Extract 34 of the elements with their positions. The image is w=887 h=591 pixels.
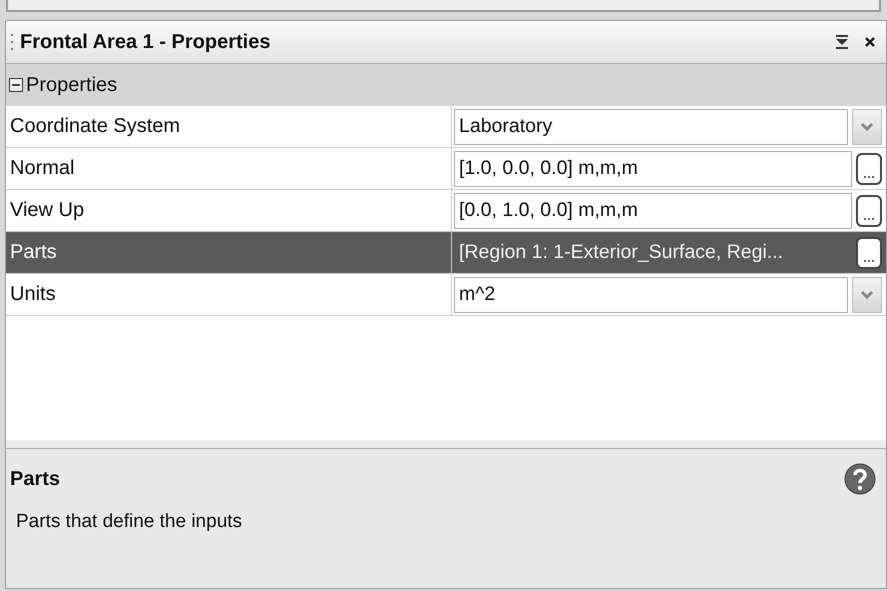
- property-row[interactable]: Normal [1.0, 0.0, 0.0] m,m,m: [6, 148, 886, 190]
- dropdown-menu-icon[interactable]: [834, 34, 850, 50]
- property-value: [1.0, 0.0, 0.0] m,m,m: [454, 150, 852, 186]
- property-name: Units: [6, 274, 452, 315]
- property-value: m^2: [454, 276, 848, 312]
- property-value: [0.0, 1.0, 0.0] m,m,m: [454, 192, 852, 228]
- property-row[interactable]: Coordinate System Laboratory: [6, 106, 886, 148]
- browse-button[interactable]: [856, 152, 882, 184]
- panel-title: Frontal Area 1 - Properties: [20, 30, 272, 54]
- property-name: View Up: [6, 190, 452, 231]
- help-icon[interactable]: [844, 463, 876, 495]
- property-value: Laboratory: [454, 108, 848, 144]
- section-label: Properties: [26, 74, 118, 96]
- description-title: Parts: [10, 468, 60, 490]
- ellipsis-icon: [863, 174, 875, 178]
- section-header[interactable]: Properties: [6, 64, 886, 106]
- property-name: Normal: [6, 148, 452, 189]
- close-icon[interactable]: [864, 36, 876, 48]
- dropdown-button[interactable]: [852, 276, 882, 312]
- grip-icon[interactable]: [10, 32, 14, 52]
- browse-button[interactable]: [856, 194, 882, 226]
- collapse-icon[interactable]: [9, 78, 23, 92]
- chevron-down-icon: [860, 290, 874, 300]
- browse-button[interactable]: [856, 236, 882, 268]
- property-name: Coordinate System: [6, 106, 452, 147]
- ellipsis-icon: [863, 258, 875, 262]
- chevron-down-icon: [860, 122, 874, 132]
- description-text: Parts that define the inputs: [16, 511, 244, 533]
- property-row[interactable]: View Up [0.0, 1.0, 0.0] m,m,m: [6, 190, 886, 232]
- property-row[interactable]: Units m^2: [6, 274, 886, 316]
- property-row[interactable]: Parts [Region 1: 1-Exterior_Surface, Regi...: [6, 232, 886, 274]
- dropdown-button[interactable]: [852, 108, 882, 144]
- property-name: Parts: [6, 232, 452, 273]
- ellipsis-icon: [863, 216, 875, 220]
